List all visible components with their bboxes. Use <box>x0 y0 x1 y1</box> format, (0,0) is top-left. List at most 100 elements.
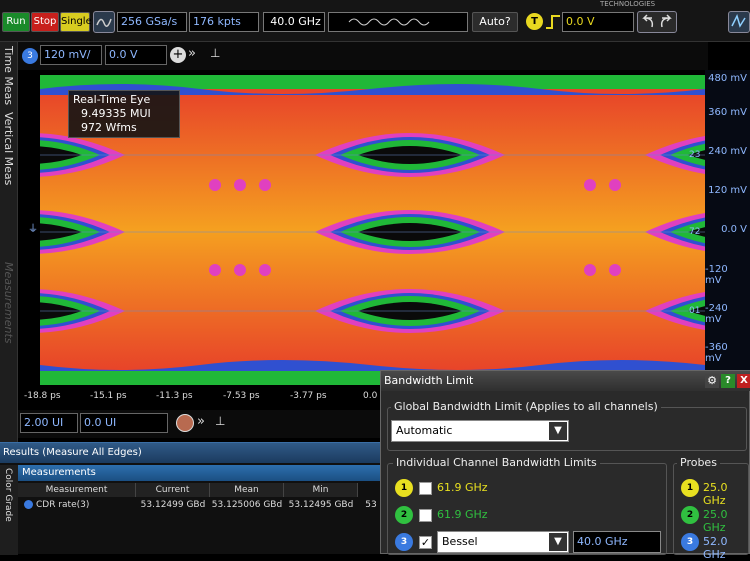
color-grade-label: Color Grade <box>3 468 13 522</box>
timebase-controls: 2.00 UI 0.0 UI » ⊥ <box>18 410 380 438</box>
results-header: Results (Measure All Edges) <box>0 443 380 463</box>
crossing-hotspot <box>584 264 596 276</box>
measurement-extra: 53 <box>365 500 377 510</box>
vertical-offset-field[interactable]: 0.0 V <box>105 45 167 65</box>
plot-left-gutter: ⏚ <box>18 70 40 385</box>
level-marker-23: 23 <box>689 150 701 160</box>
channel-3-bw-field[interactable]: 40.0 GHz <box>573 531 661 553</box>
column-header[interactable]: Mean <box>210 483 284 497</box>
y-tick: -240 mV <box>705 303 728 325</box>
crossing-hotspot <box>234 179 246 191</box>
color-grade-tab[interactable]: Color Grade <box>0 465 18 555</box>
y-axis-labels: 480 mV 360 mV 240 mV 120 mV 0.0 V -120 m… <box>689 70 750 380</box>
bandwidth-limit-dialog: Bandwidth Limit ⚙ ? X Global Bandwidth L… <box>380 370 750 561</box>
x-tick: -18.8 ps <box>24 391 61 401</box>
rising-edge-icon[interactable] <box>545 14 561 30</box>
eye-info-mui: 9.49335 MUI <box>81 107 151 120</box>
vertical-scale-field[interactable]: 120 mV/ <box>40 45 102 65</box>
timebase-position-field[interactable]: 0.0 UI <box>80 413 168 433</box>
eye-info-title: Real-Time Eye <box>73 93 151 106</box>
trigger-indicator-icon[interactable]: T <box>526 13 543 30</box>
channel-1-bw: 61.9 GHz <box>437 481 488 494</box>
eye-info-wfms: 972 Wfms <box>81 121 137 134</box>
channel-1-badge: 1 <box>395 479 413 497</box>
chevron-down-icon[interactable]: ▼ <box>549 533 567 551</box>
y-tick: 240 mV <box>708 146 747 157</box>
channel-2-bw: 61.9 GHz <box>437 508 488 521</box>
brand-text: TECHNOLOGIES <box>600 0 656 8</box>
settings-icon[interactable]: ⚙ <box>705 374 719 388</box>
y-tick: -120 mV <box>705 264 728 286</box>
global-bw-select[interactable]: Automatic ▼ <box>391 420 569 442</box>
acquisition-mode-icon[interactable] <box>93 11 115 33</box>
crossing-hotspot <box>259 179 271 191</box>
channel-3-checkbox[interactable]: ✓ <box>419 536 432 549</box>
x-tick: -7.53 ps <box>223 391 260 401</box>
chevron-down-icon[interactable]: ▼ <box>549 422 567 440</box>
help-icon[interactable]: ? <box>721 374 735 388</box>
x-axis-labels: -18.8 ps -15.1 ps -11.3 ps -7.53 ps -3.7… <box>18 388 380 408</box>
channel-3-dot-icon <box>24 500 33 509</box>
trigger-waveform-preview <box>328 12 468 32</box>
probe-1-badge: 1 <box>681 479 699 497</box>
y-tick: 120 mV <box>708 185 747 196</box>
crossing-hotspot <box>584 179 596 191</box>
channel-3-badge: 3 <box>395 533 413 551</box>
channel-3-filter-value: Bessel <box>442 535 478 548</box>
waveform-app-icon[interactable] <box>728 11 750 33</box>
x-tick: 0.0 <box>363 391 378 401</box>
pin-icon[interactable]: ⊥ <box>210 46 220 60</box>
channel-2-checkbox[interactable] <box>419 509 432 522</box>
level-marker-72: 72 <box>689 227 701 237</box>
sample-rate-field[interactable]: 256 GSa/s <box>117 12 187 32</box>
timebase-scale-field[interactable]: 2.00 UI <box>20 413 78 433</box>
measurement-current: 53.12499 GBd <box>140 500 206 510</box>
tab-vertical-meas[interactable]: Vertical Meas <box>2 112 15 185</box>
ground-marker-icon[interactable]: ⏚ <box>28 220 38 235</box>
run-button[interactable]: Run <box>2 12 30 32</box>
dialog-title: Bandwidth Limit <box>381 371 750 391</box>
trigger-level-field[interactable]: 0.0 V <box>562 12 634 32</box>
side-tabs: Time Meas Vertical Meas Measurements <box>0 42 18 442</box>
auto-trigger-button[interactable]: Auto? <box>472 12 518 32</box>
measurement-name[interactable]: CDR rate(3) <box>36 498 136 512</box>
measurements-tab[interactable]: Measurements <box>18 465 380 481</box>
crossing-hotspot <box>609 264 621 276</box>
channel-3-filter-select[interactable]: Bessel ▼ <box>437 531 569 553</box>
y-tick: 360 mV <box>708 107 747 118</box>
crossing-hotspot <box>234 264 246 276</box>
x-tick: -11.3 ps <box>156 391 193 401</box>
y-tick: 480 mV <box>708 73 747 84</box>
stop-button[interactable]: Stop <box>31 12 59 32</box>
probe-3-bw: 52.0 GHz <box>703 535 728 561</box>
probe-3-badge: 3 <box>681 533 699 551</box>
global-bw-label: Global Bandwidth Limit (Applies to all c… <box>391 400 661 413</box>
expand-icon[interactable]: » <box>188 46 196 61</box>
close-icon[interactable]: X <box>737 374 750 388</box>
single-button[interactable]: Single <box>60 12 92 32</box>
memory-depth-field[interactable]: 176 kpts <box>189 12 259 32</box>
channel-1-checkbox[interactable] <box>419 482 432 495</box>
column-header[interactable]: Min <box>284 483 358 497</box>
add-icon[interactable]: + <box>170 47 186 63</box>
tab-time-meas[interactable]: Time Meas <box>2 46 15 105</box>
bandwidth-field[interactable]: 40.0 GHz <box>263 12 325 32</box>
column-header[interactable]: Measurement <box>18 483 136 497</box>
y-tick: 0.0 V <box>721 224 747 235</box>
channel-controls: 3 120 mV/ 0.0 V + » ⊥ <box>18 42 708 70</box>
crossing-hotspot <box>609 179 621 191</box>
results-panel: Results (Measure All Edges) Color Grade … <box>0 442 380 555</box>
column-header[interactable]: Current <box>136 483 210 497</box>
pin-icon[interactable]: ⊥ <box>215 414 225 428</box>
crossing-hotspot <box>209 264 221 276</box>
measurement-mean: 53.125006 GBd <box>211 500 283 510</box>
eye-info-box: Real-Time Eye 9.49335 MUI 972 Wfms <box>68 90 180 138</box>
channel-3-badge[interactable]: 3 <box>22 48 38 64</box>
horizontal-knob-icon[interactable] <box>176 414 194 432</box>
undo-redo-icon[interactable] <box>637 11 677 33</box>
crossing-hotspot <box>209 179 221 191</box>
expand-icon[interactable]: » <box>197 414 205 429</box>
tab-measurements[interactable]: Measurements <box>2 262 15 344</box>
measurement-min: 53.12495 GBd <box>288 500 354 510</box>
x-tick: -15.1 ps <box>90 391 127 401</box>
